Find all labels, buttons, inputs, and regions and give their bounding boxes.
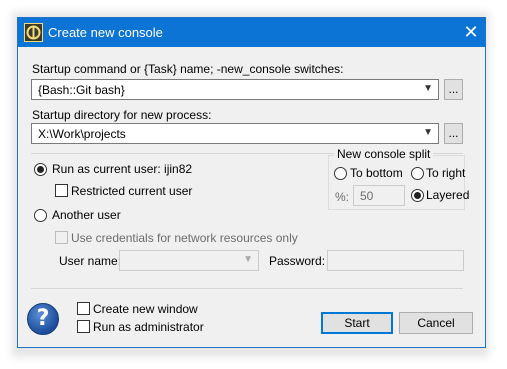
cancel-button[interactable]: Cancel: [399, 312, 473, 334]
password-field[interactable]: [327, 250, 464, 271]
create-console-dialog: Create new console ✕ Startup command or …: [17, 17, 486, 348]
conemu-app-icon: [24, 23, 43, 42]
title-bar: Create new console ✕: [18, 18, 485, 47]
startup-browse-label: ...: [448, 82, 459, 96]
run-as-admin-label[interactable]: Run as administrator: [93, 320, 204, 334]
bottom-separator: [31, 288, 463, 289]
create-new-window-checkbox[interactable]: [77, 302, 90, 315]
restricted-user-checkbox[interactable]: [55, 184, 68, 197]
window-title: Create new console: [48, 25, 163, 40]
chevron-down-icon[interactable]: ▼: [243, 254, 253, 265]
create-new-window-label[interactable]: Create new window: [93, 302, 198, 316]
startup-directory-label: Startup directory for new process:: [32, 108, 212, 122]
help-symbol: ?: [36, 306, 50, 331]
chevron-down-icon[interactable]: ▼: [423, 127, 433, 138]
run-as-current-user-label[interactable]: Run as current user: ijin82: [52, 162, 192, 176]
username-label: User name:: [59, 254, 122, 268]
split-to-bottom-radio[interactable]: [334, 167, 347, 180]
split-group-title: New console split: [334, 147, 434, 161]
directory-browse-label: ...: [448, 126, 459, 140]
split-to-bottom-label[interactable]: To bottom: [350, 166, 403, 180]
startup-directory-value: X:\Work\projects: [38, 127, 126, 141]
close-button[interactable]: ✕: [457, 18, 485, 47]
startup-command-label: Startup command or {Task} name; -new_con…: [32, 62, 344, 76]
another-user-radio[interactable]: [34, 209, 47, 222]
split-layered-radio[interactable]: [411, 189, 424, 202]
run-as-admin-checkbox[interactable]: [77, 320, 90, 333]
cancel-button-label: Cancel: [417, 316, 455, 330]
password-label: Password:: [269, 254, 326, 268]
startup-command-value: {Bash::Git bash}: [38, 83, 125, 97]
directory-browse-button[interactable]: ...: [444, 123, 463, 144]
use-credentials-label: Use credentials for network resources on…: [71, 231, 298, 245]
help-icon[interactable]: ?: [27, 303, 59, 335]
startup-browse-button[interactable]: ...: [444, 79, 463, 100]
use-credentials-checkbox[interactable]: [55, 231, 68, 244]
split-to-right-label[interactable]: To right: [426, 166, 465, 180]
split-percent-label: %:: [335, 190, 350, 204]
start-button-label: Start: [344, 316, 370, 330]
split-percent-field[interactable]: 50: [353, 185, 405, 206]
startup-command-combo[interactable]: {Bash::Git bash} ▼: [31, 79, 439, 100]
run-as-current-user-radio[interactable]: [34, 163, 47, 176]
split-layered-label[interactable]: Layered: [426, 188, 469, 202]
restricted-user-label[interactable]: Restricted current user: [71, 184, 192, 198]
username-combo[interactable]: ▼: [119, 250, 259, 271]
another-user-label[interactable]: Another user: [52, 208, 121, 222]
split-percent-value: 50: [360, 189, 374, 203]
start-button[interactable]: Start: [321, 312, 393, 334]
chevron-down-icon[interactable]: ▼: [423, 83, 433, 94]
split-to-right-radio[interactable]: [411, 167, 424, 180]
close-icon: ✕: [463, 22, 479, 42]
startup-directory-combo[interactable]: X:\Work\projects ▼: [31, 123, 439, 144]
